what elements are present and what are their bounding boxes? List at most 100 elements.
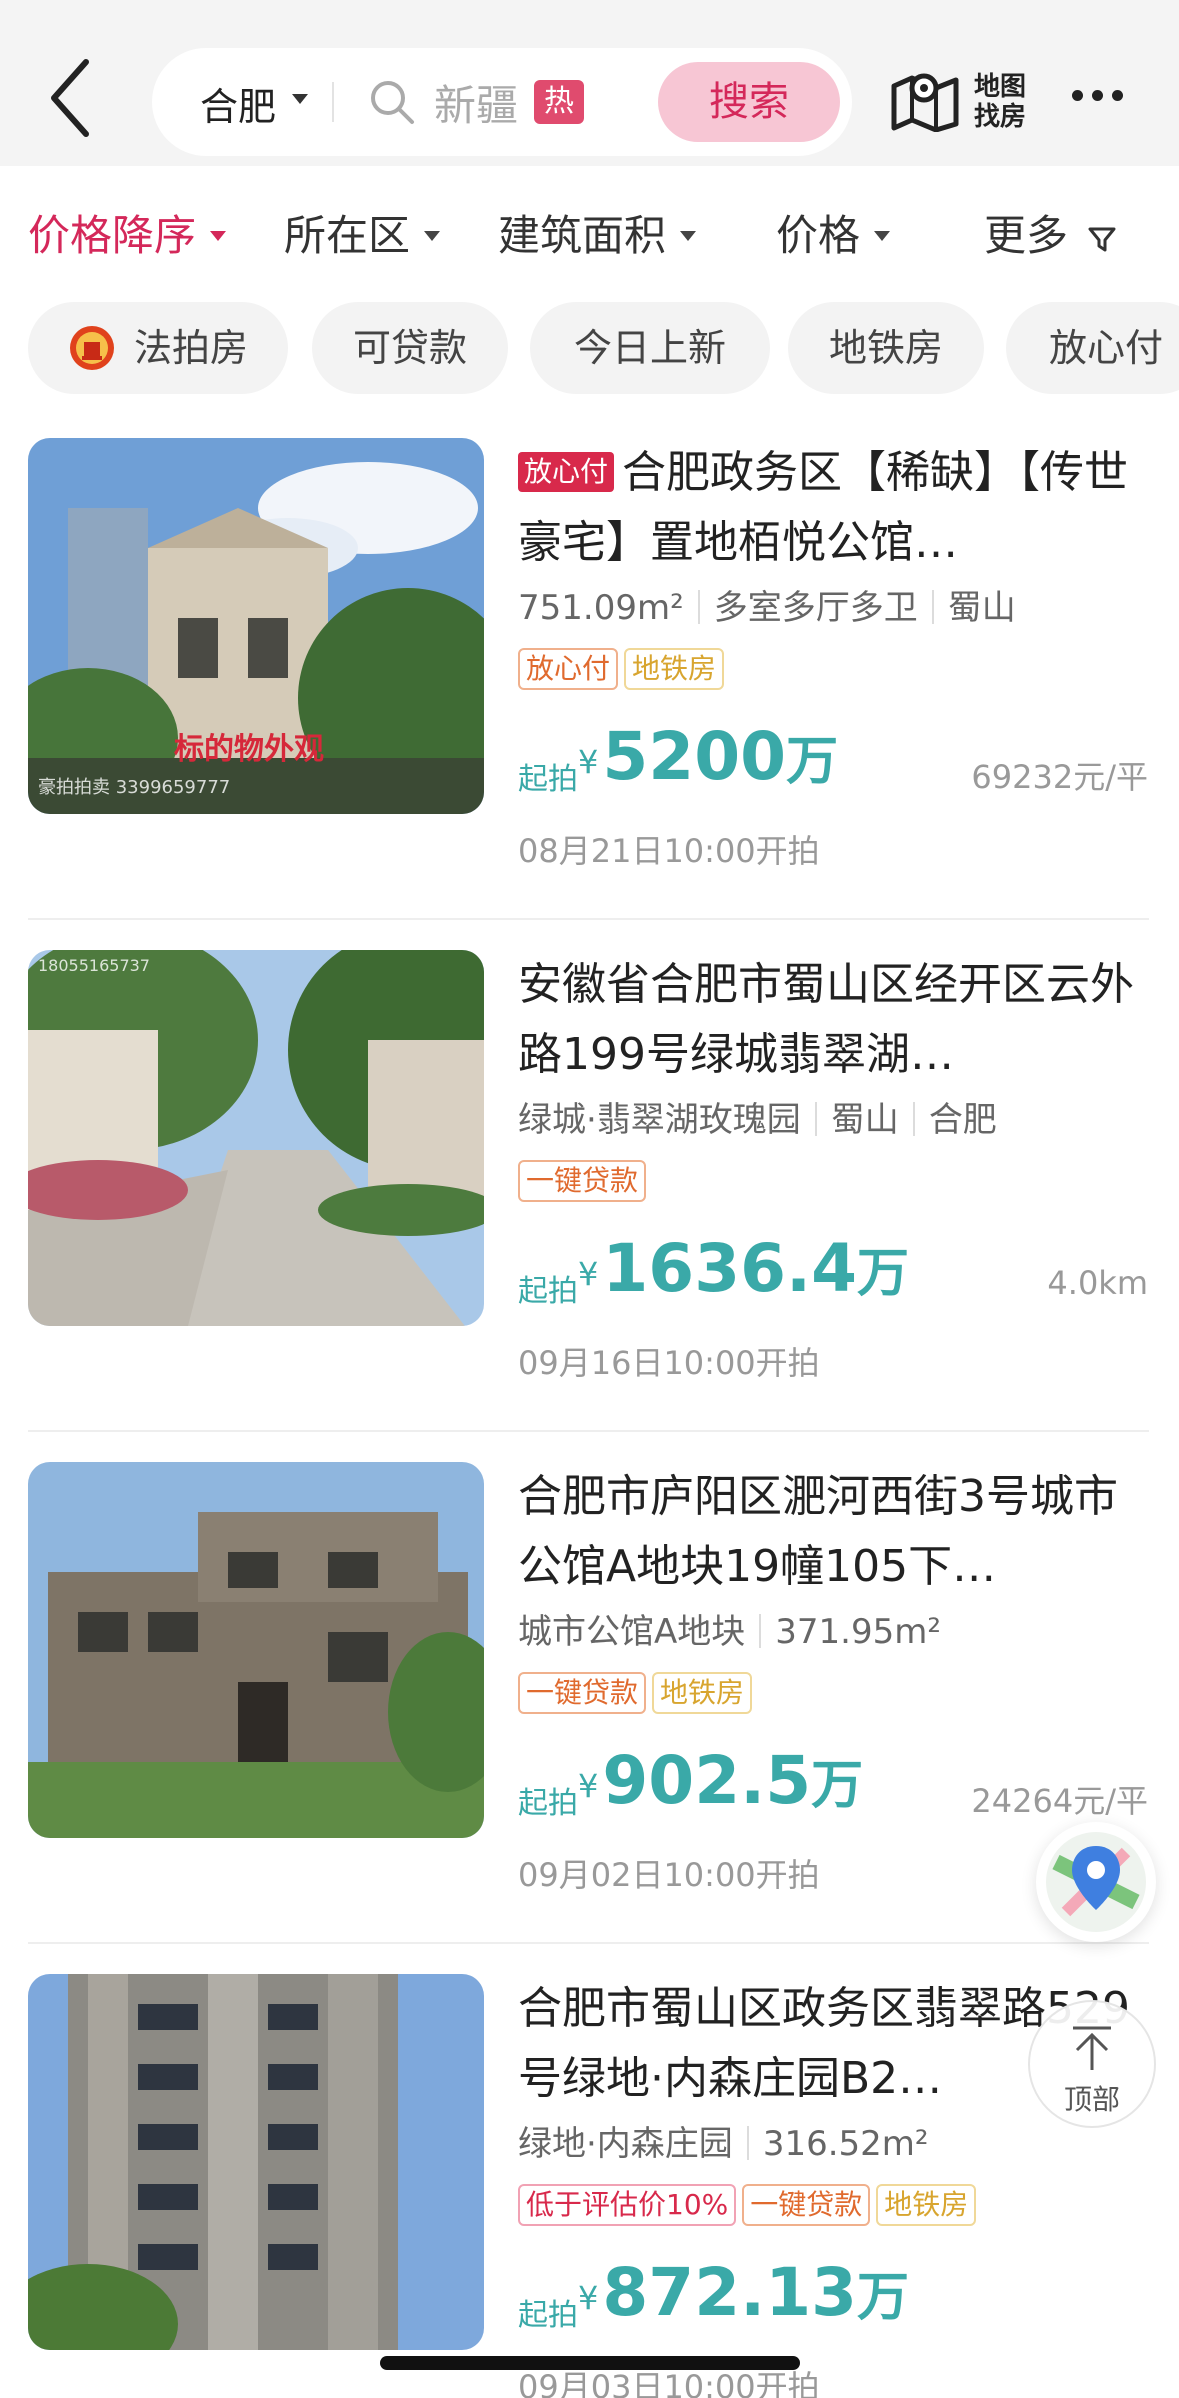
map-label: 地图找房: [974, 72, 1027, 132]
filter-sort-price-desc[interactable]: 价格降序: [28, 202, 227, 263]
tag: 地铁房: [624, 648, 725, 690]
price-row: 起拍 ¥872.13万: [518, 2254, 1148, 2334]
listing-tags: 放心付 地铁房: [518, 648, 730, 690]
caret-down-icon: [210, 230, 227, 241]
listing-photo: [28, 1462, 484, 1838]
photo-caption: 标的物外观: [174, 732, 324, 767]
back-to-top-button[interactable]: 顶部: [1028, 2000, 1156, 2128]
price-row: 起拍 ¥1636.4万 4.0km: [518, 1230, 1148, 1310]
listing-card[interactable]: 标的物外观 豪拍拍卖 3399659777 放心付 合肥政务区【稀缺】【传世豪宅】…: [0, 408, 1179, 920]
court-emblem-icon: [70, 326, 114, 370]
price-label: 起拍: [518, 1274, 578, 1309]
price-label: 起拍: [518, 1786, 578, 1821]
filter-more[interactable]: 更多: [984, 202, 1117, 263]
arrow-up-icon: [1073, 2026, 1111, 2070]
garden-path-photo: [28, 950, 484, 1326]
search-button[interactable]: 搜索: [658, 62, 840, 142]
tag: 地铁房: [652, 1672, 753, 1714]
funnel-icon: [1088, 227, 1116, 251]
top-bar: 合肥 新疆 热 搜索 地图找房: [0, 0, 1179, 166]
back-arrow-icon: [51, 59, 89, 137]
filter-label: 更多: [984, 211, 1069, 260]
unit-price: 24264元/平: [971, 1782, 1148, 1820]
city-caret-icon: [292, 94, 308, 104]
auction-start-time: 09月16日10:00开拍: [518, 1344, 820, 1382]
chip-metro[interactable]: 地铁房: [788, 302, 984, 394]
photo-watermark: 豪拍拍卖 3399659777: [38, 777, 231, 798]
filter-label: 价格: [776, 211, 861, 260]
starting-price: ¥5200万: [578, 718, 839, 795]
tag: 放心付: [518, 648, 619, 690]
filter-label: 价格降序: [28, 211, 197, 260]
listing-tags: 一键贷款 地铁房: [518, 1672, 758, 1714]
hot-badge: 热: [534, 80, 584, 124]
listing-card[interactable]: 合肥市庐阳区淝河西街3号城市公馆A地块19幢105下… 城市公馆A地块 371.9…: [0, 1432, 1179, 1944]
chip-label: 法拍房: [133, 326, 248, 370]
listing-tags: 一键贷款: [518, 1160, 652, 1202]
listing-title: 放心付 合肥政务区【稀缺】【传世豪宅】置地栢悦公馆…: [518, 447, 1129, 568]
listing-photo: 标的物外观 豪拍拍卖 3399659777: [28, 438, 484, 814]
tag: 低于评估价10%: [518, 2184, 737, 2226]
tag: 地铁房: [876, 2184, 977, 2226]
auction-start-time: 08月21日10:00开拍: [518, 832, 820, 870]
filter-area[interactable]: 建筑面积: [498, 202, 697, 263]
starting-price: ¥872.13万: [578, 2254, 910, 2331]
price-row: 起拍 ¥5200万 69232元/平: [518, 718, 1148, 798]
listing-meta: 城市公馆A地块 371.95m²: [518, 1612, 941, 1652]
back-to-top-label: 顶部: [1063, 2083, 1120, 2116]
chip-secure-pay[interactable]: 放心付: [1006, 302, 1179, 394]
starting-price: ¥1636.4万: [578, 1230, 910, 1307]
townhouse-photo: [28, 1462, 484, 1838]
unit-price: 69232元/平: [971, 758, 1148, 796]
listing-title: 安徽省合肥市蜀山区经开区云外路199号绿城翡翠湖…: [518, 959, 1134, 1080]
chip-court-auction[interactable]: 法拍房: [28, 302, 288, 394]
photo-watermark: 18055165737: [38, 956, 150, 975]
city-selector[interactable]: 合肥: [200, 76, 276, 131]
map-search-button[interactable]: 地图找房: [890, 64, 1030, 144]
tag: 一键贷款: [742, 2184, 871, 2226]
listing-photo: [28, 1974, 484, 2350]
chip-label: 可贷款: [352, 326, 467, 370]
chip-label: 今日上新: [573, 326, 726, 370]
filter-label: 建筑面积: [498, 211, 667, 260]
search-input[interactable]: 新疆: [434, 72, 518, 133]
location-button[interactable]: [1036, 1822, 1156, 1942]
listing-meta: 751.09m² 多室多厅多卫 蜀山: [518, 588, 1016, 628]
quick-tag-row: 法拍房 可贷款 今日上新 地铁房 放心付: [0, 298, 1179, 404]
back-button[interactable]: [42, 52, 102, 142]
price-label: 起拍: [518, 2298, 578, 2333]
listing-photo: 18055165737: [28, 950, 484, 1326]
price-label: 起拍: [518, 762, 578, 797]
more-dots-icon[interactable]: [1072, 86, 1142, 106]
home-indicator: [380, 2356, 800, 2370]
chip-label: 放心付: [1048, 326, 1163, 370]
location-pin-icon: [1046, 1832, 1146, 1932]
listing-meta: 绿城·翡翠湖玫瑰园 蜀山 合肥: [518, 1100, 997, 1140]
chip-label: 地铁房: [828, 326, 943, 370]
filter-label: 所在区: [284, 211, 411, 260]
secure-pay-badge: 放心付: [518, 452, 615, 492]
listing-title: 合肥市庐阳区淝河西街3号城市公馆A地块19幢105下…: [518, 1471, 1118, 1592]
distance: 4.0km: [1047, 1264, 1148, 1302]
chip-new-today[interactable]: 今日上新: [530, 302, 770, 394]
caret-down-icon: [424, 230, 441, 241]
tag: 一键贷款: [518, 1672, 647, 1714]
starting-price: ¥902.5万: [578, 1742, 864, 1819]
apartment-tower-photo: [28, 1974, 484, 2350]
listing-meta: 绿地·内森庄园 316.52m²: [518, 2124, 929, 2164]
listing-card[interactable]: 合肥市蜀山区政务区翡翠路529号绿地·内森庄园B2… 绿地·内森庄园 316.52…: [0, 1944, 1179, 2398]
price-row: 起拍 ¥902.5万 24264元/平: [518, 1742, 1148, 1822]
tag: 一键贷款: [518, 1160, 647, 1202]
chip-loanable[interactable]: 可贷款: [312, 302, 508, 394]
filter-district[interactable]: 所在区: [284, 202, 441, 263]
filter-bar: 价格降序 所在区 建筑面积 价格 更多: [0, 166, 1179, 296]
listing-card[interactable]: 18055165737 安徽省合肥市蜀山区经开区云外路199号绿城翡翠湖… 绿城…: [0, 920, 1179, 1432]
search-icon: [371, 81, 414, 124]
listing-tags: 低于评估价10% 一键贷款 地铁房: [518, 2184, 982, 2226]
caret-down-icon: [874, 230, 891, 241]
filter-price[interactable]: 价格: [776, 202, 891, 263]
auction-start-time: 09月02日10:00开拍: [518, 1856, 820, 1894]
search-bar: 合肥 新疆 热 搜索: [152, 48, 852, 156]
map-icon: [891, 73, 959, 132]
divider: [332, 82, 334, 122]
